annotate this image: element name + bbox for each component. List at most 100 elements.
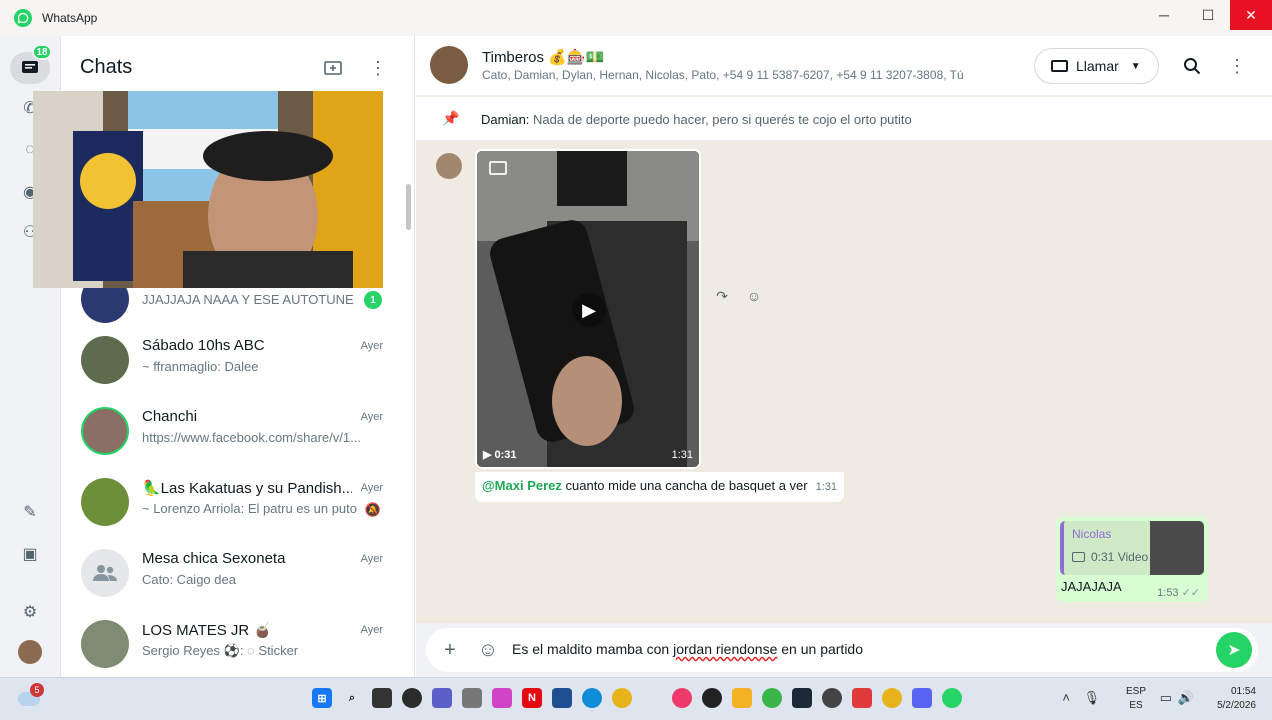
- starred-messages-icon[interactable]: ✎: [18, 500, 42, 524]
- chat-preview: ~ Lorenzo Arriola: El patru es un puto: [142, 501, 357, 516]
- media-gallery-icon[interactable]: ▣: [18, 542, 42, 566]
- chat-list-scrollbar[interactable]: [406, 184, 411, 230]
- settings-icon[interactable]: ⚙: [18, 600, 42, 624]
- outgoing-message[interactable]: Nicolas 0:31 Video JAJAJAJA 1:53 ✓✓: [1056, 517, 1208, 602]
- outgoing-time: 1:53 ✓✓: [1157, 586, 1200, 599]
- chevron-up-icon[interactable]: ˄: [1062, 690, 1070, 705]
- video-icon: [1072, 552, 1085, 562]
- keyboard-code: ES: [1129, 700, 1143, 711]
- app-icon[interactable]: [852, 688, 872, 708]
- video-message[interactable]: ▶ ▶ 0:31 1:31: [475, 149, 701, 469]
- video-duration: ▶ 0:31: [483, 449, 517, 461]
- opera-icon[interactable]: [672, 688, 692, 708]
- pinned-message-bar[interactable]: 📌 Damian: Nada de deporte puedo hacer, p…: [416, 97, 1272, 141]
- caption-time: 1:31: [815, 481, 838, 493]
- app-icon[interactable]: [702, 688, 722, 708]
- chat-list-item[interactable]: Sábado 10hs ABC Ayer ~ ffranmaglio: Dale…: [61, 324, 415, 395]
- reply-thumbnail: [1150, 521, 1204, 575]
- search-icon[interactable]: ⌕: [342, 688, 362, 708]
- video-thumbnail[interactable]: ▶ ▶ 0:31 1:31: [477, 151, 699, 467]
- chat-preview: Cato: Caigo dea: [142, 572, 236, 587]
- video-timestamp: 1:31: [671, 449, 693, 461]
- app-icon[interactable]: [822, 688, 842, 708]
- message-input-box[interactable]: + ☺ Es el maldito mamba con jordan riend…: [426, 628, 1258, 672]
- clock[interactable]: 01:54 5/2/2026: [1217, 685, 1256, 713]
- input-misspelled-text: jordan riendonse: [673, 641, 778, 657]
- maximize-button[interactable]: ☐: [1186, 0, 1230, 30]
- profile-avatar[interactable]: [18, 640, 42, 664]
- group-avatar[interactable]: [430, 46, 468, 84]
- windows-taskbar: 5 ⊞ ⌕ N ˄ 🎙 ESP ES ▭ 🔊 01:54 5/2/2026: [0, 677, 1272, 720]
- chat-name: 🦜Las Kakatuas y su Pandish...: [142, 480, 352, 497]
- window-title: WhatsApp: [42, 11, 98, 25]
- file-explorer-icon[interactable]: [732, 688, 752, 708]
- start-icon[interactable]: ⊞: [312, 688, 332, 708]
- chat-list-item[interactable]: LOS MATES JR 🧉 Ayer Sergio Reyes ⚽: ◌ St…: [61, 608, 415, 679]
- chat-list-item[interactable]: Mesa chica Sexoneta Ayer Cato: Caigo dea: [61, 537, 415, 608]
- send-button[interactable]: ➤: [1216, 632, 1252, 668]
- mention[interactable]: @Maxi Perez: [482, 478, 562, 493]
- search-icon[interactable]: [1180, 54, 1204, 78]
- clock-date: 5/2/2026: [1217, 700, 1256, 711]
- chat-avatar: [81, 620, 129, 668]
- quoted-reply[interactable]: Nicolas 0:31 Video: [1060, 521, 1204, 575]
- caption-message[interactable]: @Maxi Perez cuanto mide una cancha de ba…: [475, 472, 845, 502]
- call-button[interactable]: Llamar ▼: [1034, 48, 1159, 84]
- sender-avatar[interactable]: [436, 153, 462, 179]
- input-text-part: Es el maldito mamba con: [512, 641, 674, 657]
- pinned-author: Damian:: [481, 112, 530, 127]
- menu-kebab-icon[interactable]: ⋮: [1225, 54, 1249, 78]
- copilot-icon[interactable]: [492, 688, 512, 708]
- chat-preview: JJAJJAJA NAAA Y ESE AUTOTUNE: [142, 292, 354, 307]
- whatsapp-icon[interactable]: [942, 688, 962, 708]
- language-indicator[interactable]: ESP ES: [1126, 685, 1146, 713]
- chat-list-item[interactable]: 🦜Las Kakatuas y su Pandish... Ayer ~ Lor…: [61, 466, 415, 537]
- webcam-overlay: [33, 91, 383, 288]
- taskbar-apps: ⊞ ⌕ N: [312, 688, 962, 708]
- chat-list-item[interactable]: Chanchi Ayer https://www.facebook.com/sh…: [61, 395, 415, 466]
- chat-name: Mesa chica Sexoneta: [142, 550, 286, 567]
- sticker-icon[interactable]: ☺: [476, 638, 500, 662]
- steam-icon[interactable]: [792, 688, 812, 708]
- forward-icon[interactable]: ↷: [712, 286, 732, 306]
- clock-time: 01:54: [1230, 686, 1256, 697]
- message-input[interactable]: Es el maldito mamba con jordan riendonse…: [512, 641, 863, 657]
- message-actions: ↷ ☺: [712, 286, 764, 306]
- language-code: ESP: [1125, 686, 1146, 697]
- chrome-icon[interactable]: [612, 688, 632, 708]
- microphone-icon[interactable]: 🎙: [1083, 690, 1100, 706]
- input-text-part: en un partido: [777, 641, 863, 657]
- new-chat-icon[interactable]: [321, 56, 345, 80]
- play-icon[interactable]: ▶: [572, 293, 606, 327]
- network-icon[interactable]: ▭: [1160, 690, 1172, 706]
- chrome-icon[interactable]: [882, 688, 902, 708]
- chat-time: Ayer: [360, 411, 383, 423]
- app-icon[interactable]: [462, 688, 482, 708]
- weather-widget[interactable]: 5: [18, 683, 44, 712]
- message-composer: + ☺ Es el maldito mamba con jordan riend…: [416, 623, 1272, 677]
- group-name[interactable]: Timberos 💰🎰💵: [482, 48, 604, 66]
- gallery-icon: [489, 161, 507, 175]
- discord-icon[interactable]: [912, 688, 932, 708]
- video-duration-value: 0:31: [494, 449, 517, 461]
- netflix-icon[interactable]: N: [522, 688, 542, 708]
- attach-plus-icon[interactable]: +: [438, 638, 462, 662]
- teams-icon[interactable]: [432, 688, 452, 708]
- app-icon[interactable]: [762, 688, 782, 708]
- video-camera-icon: [1051, 60, 1068, 72]
- volume-icon[interactable]: 🔊: [1178, 690, 1194, 706]
- chat-name: LOS MATES JR 🧉: [142, 622, 273, 639]
- task-view-icon[interactable]: [372, 688, 392, 708]
- app-icon[interactable]: [552, 688, 572, 708]
- chat-avatar: [81, 407, 129, 455]
- edge-icon[interactable]: [582, 688, 602, 708]
- obs-icon[interactable]: [402, 688, 422, 708]
- menu-kebab-icon[interactable]: ⋮: [366, 56, 390, 80]
- minimize-button[interactable]: ─: [1142, 0, 1186, 30]
- group-members[interactable]: Cato, Damian, Dylan, Hernan, Nicolas, Pa…: [482, 68, 964, 82]
- group-default-avatar: [81, 549, 129, 597]
- chat-time: Ayer: [360, 553, 383, 565]
- close-button[interactable]: ✕: [1230, 0, 1272, 30]
- emoji-reaction-icon[interactable]: ☺: [744, 286, 764, 306]
